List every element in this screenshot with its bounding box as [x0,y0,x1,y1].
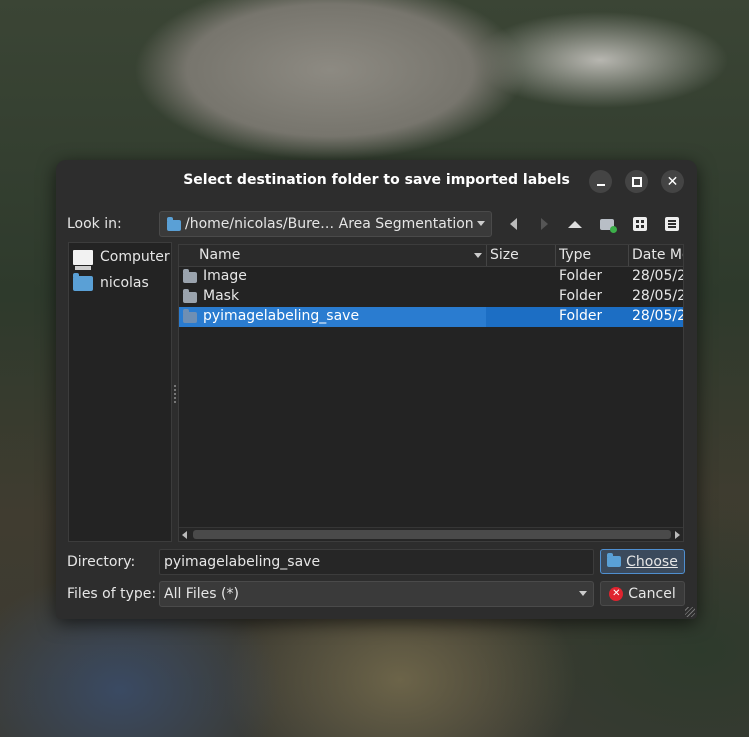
directory-input[interactable] [159,549,594,575]
cancel-button-label: Cancel [628,585,676,602]
files-of-type-label: Files of type: [67,586,157,602]
sidebar-item-label: nicolas [100,275,149,291]
cancel-icon: ✕ [609,586,624,601]
sort-indicator-icon [474,253,482,258]
icon-view-button[interactable] [628,213,652,235]
arrow-left-icon [509,218,517,230]
sidebar: Computer nicolas [68,242,172,542]
file-name: Mask [203,288,240,304]
chevron-down-icon [477,221,485,226]
grid-view-icon [633,217,647,231]
file-dialog: Select destination folder to save import… [56,160,697,619]
folder-icon [607,553,622,567]
look-in-combo[interactable]: /home/nicolas/Bure… Area Segmentation [159,211,492,237]
files-of-type-value: All Files (*) [164,586,239,602]
folder-icon [73,272,93,291]
column-header-date[interactable]: Date Mo [632,247,683,265]
file-date: 28/05/2 [632,288,684,304]
horizontal-scrollbar[interactable] [179,527,683,541]
detail-view-button[interactable] [660,213,684,235]
column-header-size[interactable]: Size [490,247,519,265]
choose-button[interactable]: Choose [600,549,685,574]
file-type: Folder [559,268,603,284]
cancel-button[interactable]: ✕ Cancel [600,581,685,606]
file-list: Name Size Type Date Mo Image Folder 28/0… [178,244,684,542]
files-of-type-combo[interactable]: All Files (*) [159,581,594,607]
sidebar-item-label: Computer [100,249,170,265]
directory-label: Directory: [67,554,136,570]
maximize-icon [631,176,642,187]
resize-grip[interactable] [685,607,695,617]
file-row[interactable]: Mask Folder 28/05/2 [179,287,683,307]
new-folder-icon [600,218,617,233]
arrow-right-icon [540,218,548,230]
back-button[interactable] [501,213,525,235]
column-header-type[interactable]: Type [559,247,591,265]
sidebar-item-computer[interactable]: Computer [73,246,170,270]
look-in-path: /home/nicolas/Bure… Area Segmentation [185,216,474,232]
title-bar[interactable]: Select destination folder to save import… [56,160,697,202]
file-name: pyimagelabeling_save [203,308,360,324]
look-in-label: Look in: [67,216,122,232]
new-folder-button[interactable] [595,213,619,235]
parent-directory-button[interactable] [563,213,587,235]
sidebar-splitter[interactable] [174,385,176,403]
file-row-selected[interactable]: pyimagelabeling_save Folder 28/05/2 [179,307,683,327]
chevron-down-icon [579,591,587,596]
file-name: Image [203,268,247,284]
minimize-button[interactable] [589,170,612,193]
file-date: 28/05/2 [632,308,684,324]
arrow-up-icon [568,220,582,228]
scroll-right-icon [675,531,680,539]
close-icon: ✕ [666,173,679,190]
forward-button[interactable] [532,213,556,235]
folder-icon [183,309,197,323]
file-type: Folder [559,288,603,304]
folder-icon [183,289,197,303]
file-list-header: Name Size Type Date Mo [179,245,683,267]
choose-button-label: Choose [626,553,678,570]
file-type: Folder [559,308,603,324]
list-view-icon [665,217,679,231]
scroll-left-icon [182,531,187,539]
minimize-icon [596,183,605,186]
column-header-name[interactable]: Name [199,247,240,265]
folder-icon [167,217,181,231]
close-button[interactable]: ✕ [661,170,684,193]
maximize-button[interactable] [625,170,648,193]
computer-icon [73,249,93,270]
folder-icon [183,269,197,283]
file-date: 28/05/2 [632,268,684,284]
sidebar-item-nicolas[interactable]: nicolas [73,272,149,294]
file-row[interactable]: Image Folder 28/05/2 [179,267,683,287]
scrollbar-thumb[interactable] [193,530,671,539]
